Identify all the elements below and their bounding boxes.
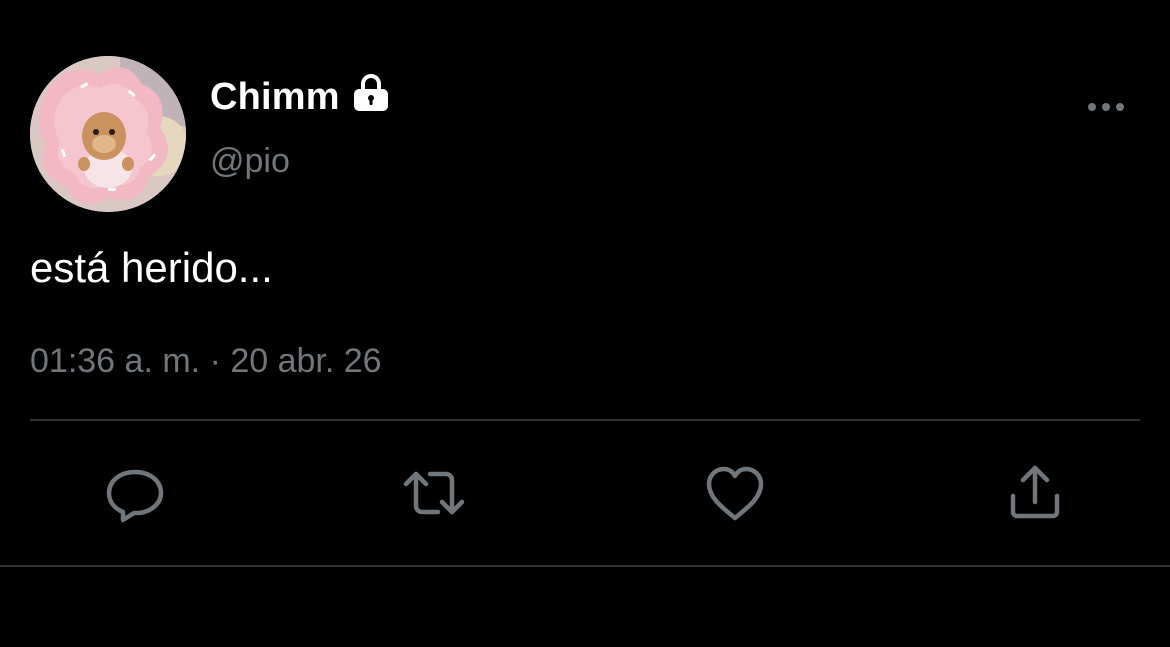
timestamp-separator: · [209,342,221,380]
retweet-icon [403,471,465,515]
tweet-text: está herido... [30,244,273,291]
share-button[interactable] [1003,462,1067,524]
tweet-detail: Chimm @pio está herido... 01:36 a. m. · … [0,0,1170,647]
lock-icon [354,74,388,111]
share-icon [1010,465,1060,519]
reply-icon [106,469,164,523]
tweet-time: 01:36 a. m. [30,342,201,380]
divider [0,565,1170,567]
avatar[interactable] [30,56,186,212]
user-handle[interactable]: @pio [210,140,290,182]
more-options-icon[interactable] [1084,94,1128,120]
avatar-image [30,56,186,212]
retweet-button[interactable] [402,462,466,524]
divider [30,419,1140,421]
like-button[interactable] [703,462,767,524]
reply-button[interactable] [103,462,167,524]
tweet-date: 20 abr. 26 [230,342,382,380]
heart-icon [706,466,764,521]
tweet-timestamp[interactable]: 01:36 a. m. · 20 abr. 26 [30,339,382,383]
display-name[interactable]: Chimm [210,74,340,120]
